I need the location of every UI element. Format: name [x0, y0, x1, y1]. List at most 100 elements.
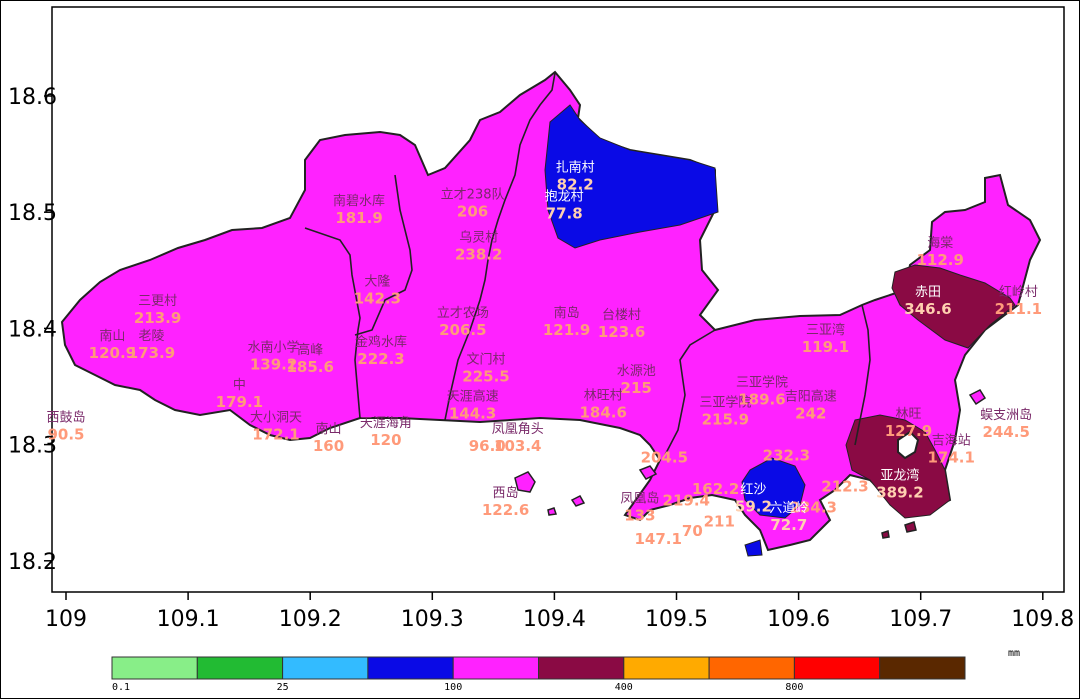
x-tick-label: 109.6	[767, 607, 830, 632]
station-name: 金鸡水库	[355, 334, 407, 350]
station-name: 吉海站	[932, 434, 971, 449]
station-value: 179.1	[216, 393, 263, 411]
station-name: 水源池	[617, 364, 656, 379]
y-tick-label: 18.6	[8, 85, 57, 110]
colorbar-label: 100	[444, 682, 462, 693]
station-value: 144.3	[449, 404, 496, 422]
station-name: 文门村	[467, 352, 506, 367]
station: 南碧水库181.9	[333, 193, 385, 227]
rainfall-map: 109 109.1 109.2 109.3 109.4 109.5 109.6 109.7 10…	[8, 6, 1074, 693]
x-tick-label: 109	[45, 607, 87, 632]
colorbar-swatch	[196, 656, 284, 680]
station: 金鸡水库222.3	[355, 334, 407, 368]
station-value: 225.5	[462, 367, 509, 385]
station-value: 90.5	[47, 425, 84, 443]
station: 亚龙湾389.2	[876, 467, 923, 501]
station-name: 凤凰角头	[492, 422, 544, 437]
colorbar: 0.1 25 100 400 800	[111, 656, 966, 693]
station-value: 211	[704, 513, 735, 531]
station-name: 立才农场	[437, 306, 489, 321]
station: 232.3	[763, 446, 810, 464]
y-tick-label: 18.5	[8, 201, 57, 226]
colorbar-swatch	[111, 656, 198, 680]
station-value: 215	[621, 379, 652, 397]
station: 大小洞天172.1	[250, 410, 302, 443]
island-small-5	[881, 530, 890, 539]
x-tick-label: 109.7	[889, 607, 952, 632]
station-value: 133	[624, 507, 655, 525]
x-tick-label: 109.3	[401, 607, 464, 632]
station: 212.3	[821, 478, 868, 496]
station-name: 南山	[316, 421, 342, 437]
station-name: 抱龙村	[545, 189, 584, 205]
station-name: 南碧水库	[333, 193, 385, 209]
colorbar-label: 0.1	[112, 682, 130, 693]
x-tick-label: 109.4	[523, 607, 586, 632]
station: 天涯高速144.3	[447, 388, 499, 422]
station: 蜈支洲岛244.5	[980, 407, 1032, 441]
station-name: 蜈支洲岛	[980, 407, 1032, 423]
station-value: 162.2	[692, 480, 739, 498]
station: 147.1	[634, 530, 681, 548]
station: 70	[682, 522, 703, 540]
station-value: 122.6	[482, 501, 529, 519]
y-tick-label: 18.2	[8, 550, 57, 575]
station-name: 六道岭	[769, 501, 808, 516]
station: 吉海站174.1	[927, 434, 974, 467]
station-value: 204.5	[641, 449, 688, 467]
station-value: 147.1	[634, 530, 681, 548]
station-value: 232.3	[763, 446, 810, 464]
x-axis-ticks: 109 109.1 109.2 109.3 109.4 109.5 109.6 109.7 10…	[45, 592, 1074, 632]
station: 三亚学院189.6	[736, 375, 788, 409]
station-value: 211.1	[995, 300, 1042, 318]
station-name: 南山	[99, 328, 125, 344]
station-value: 185.6	[286, 358, 333, 376]
colorbar-label: 800	[785, 682, 803, 693]
station-value: 59.2	[735, 497, 772, 515]
station-value: 142.3	[354, 289, 401, 307]
colorbar-swatch	[538, 656, 625, 680]
station-name: 水南小学	[248, 340, 300, 356]
station-value: 112.9	[917, 251, 964, 269]
x-tick-label: 109.2	[279, 607, 342, 632]
colorbar-swatch	[282, 656, 369, 680]
colorbar-swatch	[708, 656, 795, 680]
station-value: 173.9	[128, 344, 175, 362]
station: 六道岭72.7	[769, 501, 808, 534]
station: 红岭村211.1	[995, 284, 1042, 318]
station-value: 120	[370, 431, 401, 449]
station: 凤凰岛133	[620, 491, 659, 525]
station-name: 西岛	[493, 485, 519, 501]
x-tick-label: 109.8	[1011, 607, 1074, 632]
station: 乌灵村238.2	[455, 229, 502, 263]
station: 扎南村82.2	[556, 160, 595, 194]
station-name: 立才238队	[441, 187, 505, 202]
station-name: 红岭村	[999, 284, 1038, 300]
station: 抱龙村77.8	[545, 189, 584, 223]
y-tick-label: 18.4	[8, 317, 57, 342]
station: 162.2	[692, 480, 739, 498]
island-small-2	[547, 507, 557, 516]
station-name: 林旺村	[584, 388, 623, 403]
station: 台楼村123.6	[598, 308, 645, 341]
station: 凤凰角头103.4	[492, 422, 544, 455]
station-value: 206.5	[439, 321, 486, 339]
station-value: 121.9	[543, 321, 590, 339]
station-value: 123.6	[598, 323, 645, 341]
x-tick-label: 109.1	[157, 607, 220, 632]
station-value: 174.1	[927, 449, 974, 467]
colorbar-swatch	[623, 656, 710, 680]
station-value: 222.3	[357, 350, 404, 368]
station-value: 160	[313, 437, 344, 455]
station-value: 244.5	[982, 423, 1029, 441]
station-value: 77.8	[546, 205, 583, 223]
station: 水源池215	[617, 364, 656, 397]
station: 211	[704, 513, 735, 531]
station-name: 台楼村	[602, 308, 641, 323]
station-value: 215.9	[702, 410, 749, 428]
y-axis-ticks: 18.618.518.418.318.2	[8, 85, 57, 575]
station-value: 242	[795, 404, 826, 422]
station-name: 大小洞天	[250, 410, 302, 425]
station-name: 中	[233, 378, 246, 393]
station-value: 213.9	[134, 309, 181, 327]
